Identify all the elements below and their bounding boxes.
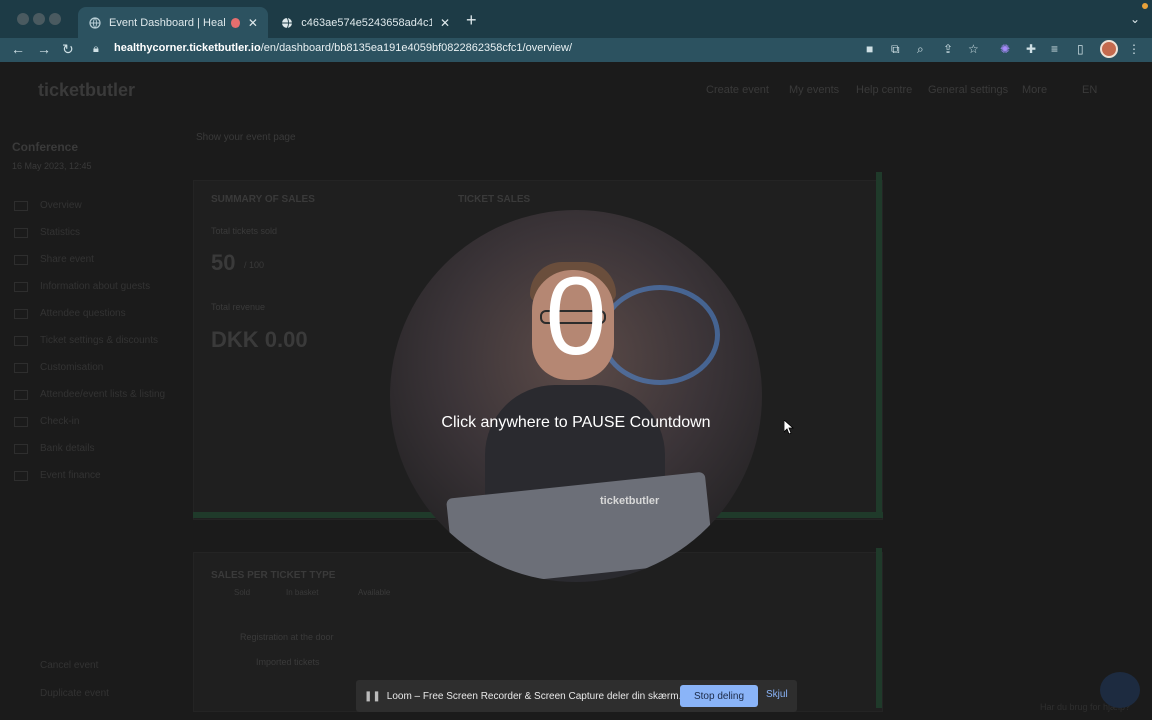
stop-sharing-button[interactable]: Stop deling	[680, 685, 758, 707]
nav-language[interactable]: EN	[1082, 84, 1097, 96]
hide-button[interactable]: Skjul	[766, 689, 788, 700]
url-domain: healthycorner.ticketbutler.io	[114, 42, 261, 54]
row-registration: Registration at the door	[240, 632, 334, 642]
chat-widget-button[interactable]	[1100, 672, 1140, 708]
back-link[interactable]: Show your event page	[196, 132, 296, 143]
countdown-number[interactable]: 0	[0, 262, 1152, 372]
pause-instruction[interactable]: Click anywhere to PAUSE Countdown	[0, 414, 1152, 432]
home-icon	[14, 201, 28, 211]
globe-icon	[280, 16, 293, 30]
side-panel-icon[interactable]: ▯	[1077, 42, 1084, 56]
globe-icon	[88, 16, 101, 30]
legend-in-basket: In basket	[286, 588, 319, 597]
nav-more[interactable]: More	[1022, 84, 1047, 96]
tab-event-dashboard[interactable]: Event Dashboard | Healthy ✕	[78, 7, 268, 38]
update-dot-icon	[1142, 3, 1148, 9]
tab-title: Event Dashboard | Healthy	[109, 16, 225, 29]
list-icon	[14, 390, 28, 400]
finance-icon	[14, 471, 28, 481]
sidebar-item-finance[interactable]: Event finance	[40, 470, 101, 481]
back-arrow-icon[interactable]: ←	[11, 41, 25, 57]
sidebar-item-lists[interactable]: Attendee/event lists & listing	[40, 389, 165, 400]
nav-create-event[interactable]: Create event	[706, 84, 769, 96]
ticket-sales-heading: TICKET SALES	[458, 194, 531, 205]
zoom-window-button[interactable]	[49, 13, 61, 25]
loom-message: Loom – Free Screen Recorder & Screen Cap…	[386, 690, 682, 702]
chart-icon	[14, 228, 28, 238]
sidebar-item-bank[interactable]: Bank details	[40, 443, 94, 454]
share-icon[interactable]: ⇪	[943, 42, 953, 56]
sidebar-duplicate-event[interactable]: Duplicate event	[40, 688, 109, 699]
tab-close-icon[interactable]: ✕	[248, 16, 258, 30]
reload-icon[interactable]: ↻	[62, 41, 74, 58]
camera-icon[interactable]: ■	[866, 42, 873, 56]
tab-close-icon[interactable]: ✕	[440, 16, 450, 30]
row-imported: Imported tickets	[256, 657, 320, 667]
nav-help-centre[interactable]: Help centre	[856, 84, 912, 96]
translate-icon[interactable]: ⧉	[891, 42, 900, 57]
nav-general-settings[interactable]: General settings	[928, 84, 1008, 96]
per-type-heading: SALES PER TICKET TYPE	[211, 570, 336, 581]
pause-icon[interactable]: ❚❚	[364, 691, 381, 702]
legend-available: Available	[358, 588, 391, 597]
recording-indicator-icon	[230, 17, 240, 28]
profile-avatar[interactable]	[1100, 40, 1118, 58]
close-window-button[interactable]	[17, 13, 29, 25]
bank-icon	[14, 444, 28, 454]
forward-arrow-icon[interactable]: →	[37, 41, 51, 57]
summary-heading: SUMMARY OF SALES	[211, 194, 315, 205]
mouse-cursor-icon	[784, 420, 794, 434]
browser-tab-bar: Event Dashboard | Healthy ✕ c463ae574e52…	[0, 0, 1152, 38]
zoom-icon[interactable]: ⌕	[917, 42, 924, 57]
sidebar-item-statistics[interactable]: Statistics	[40, 227, 80, 238]
lock-icon[interactable]: 🔒︎	[93, 43, 99, 56]
new-tab-button[interactable]: +	[466, 10, 477, 31]
tickets-sold-label: Total tickets sold	[211, 226, 278, 236]
tab-title: c463ae574e5243658ad4c111	[301, 16, 432, 29]
tab-second[interactable]: c463ae574e5243658ad4c111 ✕	[270, 7, 460, 38]
browser-toolbar: ← → ↻ 🔒︎ healthycorner.ticketbutler.io/e…	[0, 38, 1152, 62]
bookmark-star-icon[interactable]: ☆	[968, 42, 979, 56]
extensions-puzzle-icon[interactable]: ✚	[1026, 42, 1036, 56]
laptop-sticker: ticketbutler	[600, 495, 660, 507]
sidebar-cancel-event[interactable]: Cancel event	[40, 660, 98, 671]
tab-search-chevron-icon[interactable]: ⌄	[1130, 12, 1140, 26]
card-accent	[876, 548, 882, 708]
sidebar-item-overview[interactable]: Overview	[40, 200, 82, 211]
address-bar[interactable]: healthycorner.ticketbutler.io/en/dashboa…	[114, 42, 572, 54]
extension-loom-icon[interactable]: ✺	[1000, 42, 1010, 56]
screen: Event Dashboard | Healthy ✕ c463ae574e52…	[0, 0, 1152, 720]
loom-share-bar: ❚❚ Loom – Free Screen Recorder & Screen …	[356, 680, 797, 712]
logo: ticketbutler	[38, 80, 136, 100]
event-date: 16 May 2023, 12:45	[12, 161, 92, 171]
url-path: /en/dashboard/bb8135ea191e4059bf08228623…	[260, 42, 573, 54]
legend-sold: Sold	[234, 588, 251, 597]
menu-kebab-icon[interactable]: ⋮	[1128, 42, 1140, 56]
event-title: Conference	[12, 140, 79, 154]
reading-list-icon[interactable]: ≡	[1051, 42, 1058, 56]
minimize-window-button[interactable]	[33, 13, 45, 25]
nav-my-events[interactable]: My events	[789, 84, 839, 96]
